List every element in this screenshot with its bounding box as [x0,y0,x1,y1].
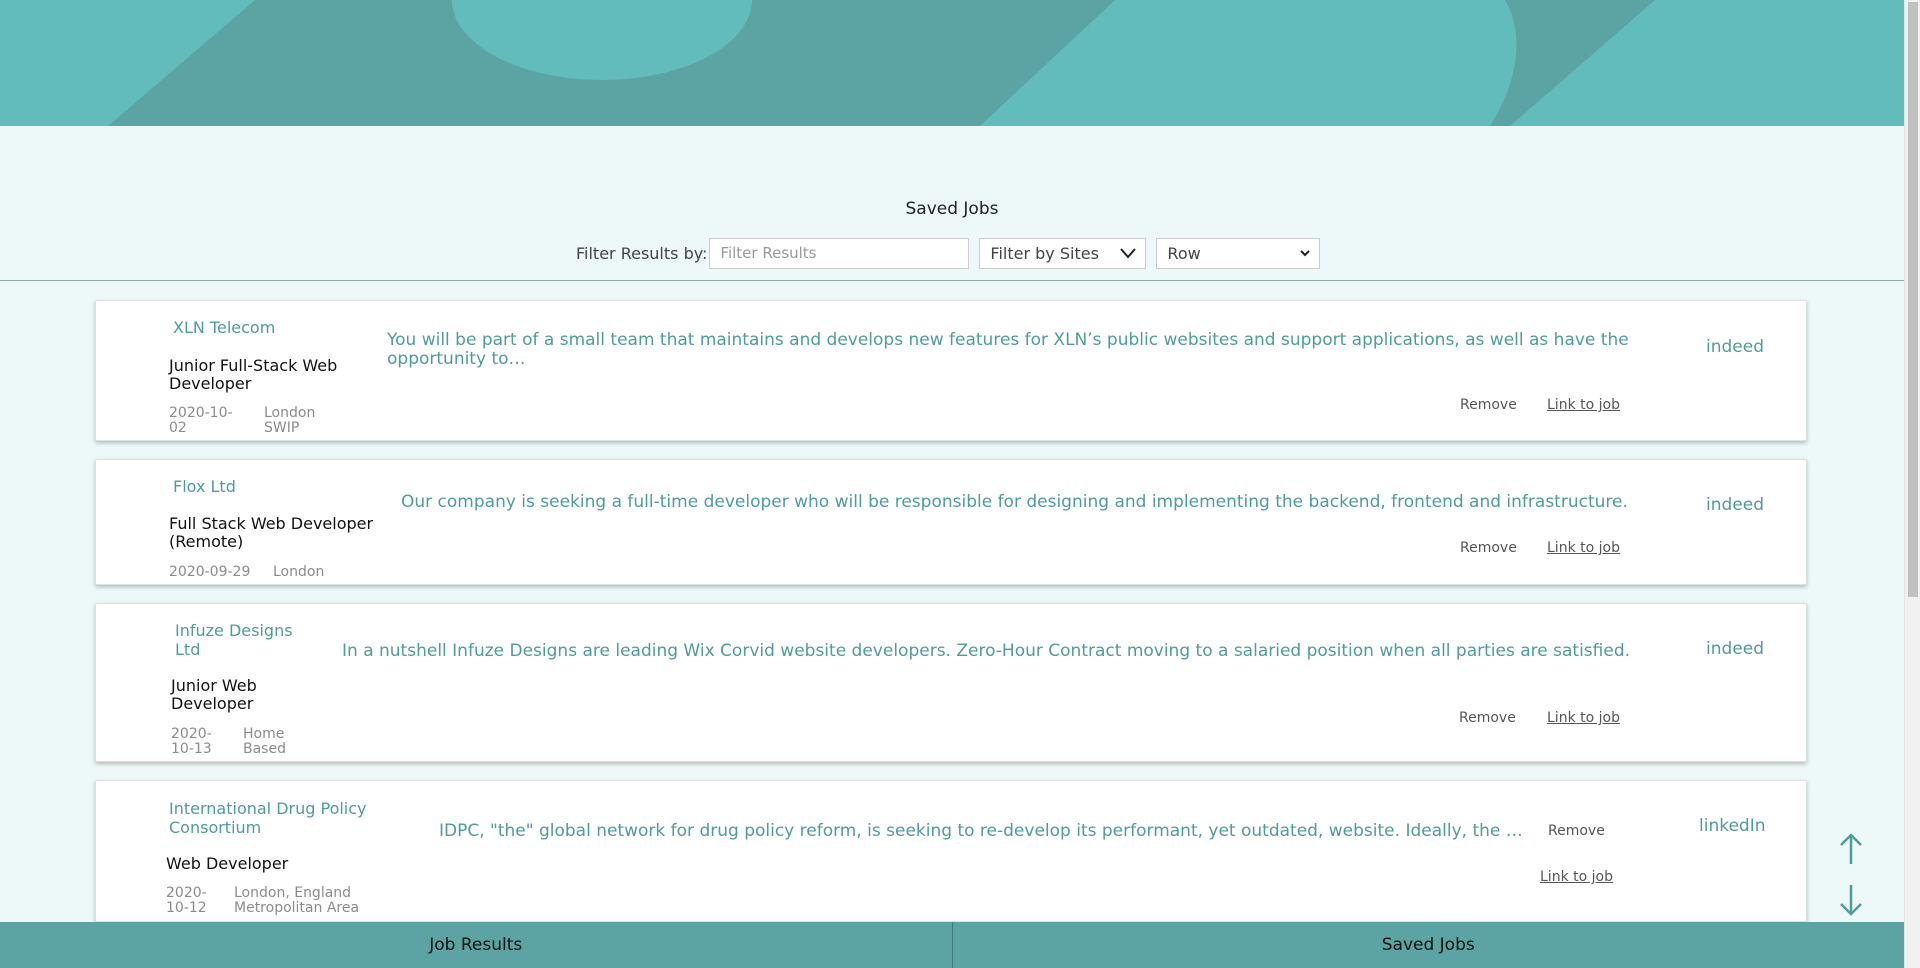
bottom-nav: Job Results Saved Jobs [0,922,1904,968]
job-card: Flox Ltd Full Stack Web Developer (Remot… [95,459,1807,585]
remove-button[interactable]: Remove [1460,397,1517,413]
job-date: 2020-10-13 [171,726,212,757]
divider [0,280,1904,281]
job-location: London [273,564,325,580]
job-card: International Drug Policy Consortium Web… [95,780,1807,922]
banner-decoration [108,0,1655,126]
arrow-up-icon[interactable] [1838,832,1864,866]
company-name[interactable]: Infuze Designs Ltd [175,621,305,659]
job-location: London, England Metropolitan Area [234,885,360,916]
job-date: 2020-09-29 [169,564,251,580]
filter-by-sites-label: Filter by Sites [990,243,1099,263]
company-name[interactable]: International Drug Policy Consortium [169,799,374,837]
job-site-label: linkedIn [1699,816,1766,836]
layout-select-value: Row [1167,243,1201,263]
job-date: 2020-10-12 [166,885,207,916]
remove-button[interactable]: Remove [1459,710,1516,726]
link-to-job[interactable]: Link to job [1547,540,1620,556]
job-description: IDPC, "the" global network for drug poli… [439,821,1523,841]
job-date: 2020-10-02 [169,405,233,436]
job-results-tab[interactable]: Job Results [0,922,952,968]
job-description: You will be part of a small team that ma… [387,330,1629,369]
chevron-down-icon [1300,250,1311,257]
filter-results-input[interactable] [709,237,970,269]
filter-bar: Filter Results by: Filter by Sites Row [576,237,1321,269]
page-title: Saved Jobs [905,199,999,219]
chevron-down-icon [1120,248,1137,259]
layout-select[interactable]: Row [1156,237,1321,269]
job-card: XLN Telecom Junior Full-Stack Web Develo… [95,300,1807,441]
filter-label: Filter Results by: [576,243,708,263]
remove-button[interactable]: Remove [1460,540,1517,556]
filter-by-sites-dropdown[interactable]: Filter by Sites [979,237,1147,269]
link-to-job[interactable]: Link to job [1547,397,1620,413]
job-location: London SWIP [264,405,316,436]
job-location: Home Based [243,726,286,757]
scrollbar-thumb[interactable] [1908,2,1918,597]
job-card: Infuze Designs Ltd Junior Web Developer … [95,603,1807,762]
link-to-job[interactable]: Link to job [1540,869,1613,885]
job-title: Full Stack Web Developer (Remote) [169,514,374,551]
header-banner [0,0,1904,126]
saved-jobs-tab[interactable]: Saved Jobs [951,922,1905,968]
job-title: Web Developer [166,854,289,873]
job-description: Our company is seeking a full-time devel… [401,492,1628,512]
job-site-label: indeed [1706,639,1764,659]
job-description: In a nutshell Infuze Designs are leading… [342,641,1631,661]
job-title: Junior Web Developer [171,676,257,713]
company-name[interactable]: XLN Telecom [173,318,275,337]
company-name[interactable]: Flox Ltd [173,477,236,496]
link-to-job[interactable]: Link to job [1547,710,1620,726]
job-site-label: indeed [1706,495,1764,515]
remove-button[interactable]: Remove [1548,823,1605,839]
scrollbar[interactable] [1904,0,1920,968]
arrow-down-icon[interactable] [1838,883,1864,917]
job-site-label: indeed [1706,337,1764,357]
job-title: Junior Full-Stack Web Developer [169,356,338,393]
